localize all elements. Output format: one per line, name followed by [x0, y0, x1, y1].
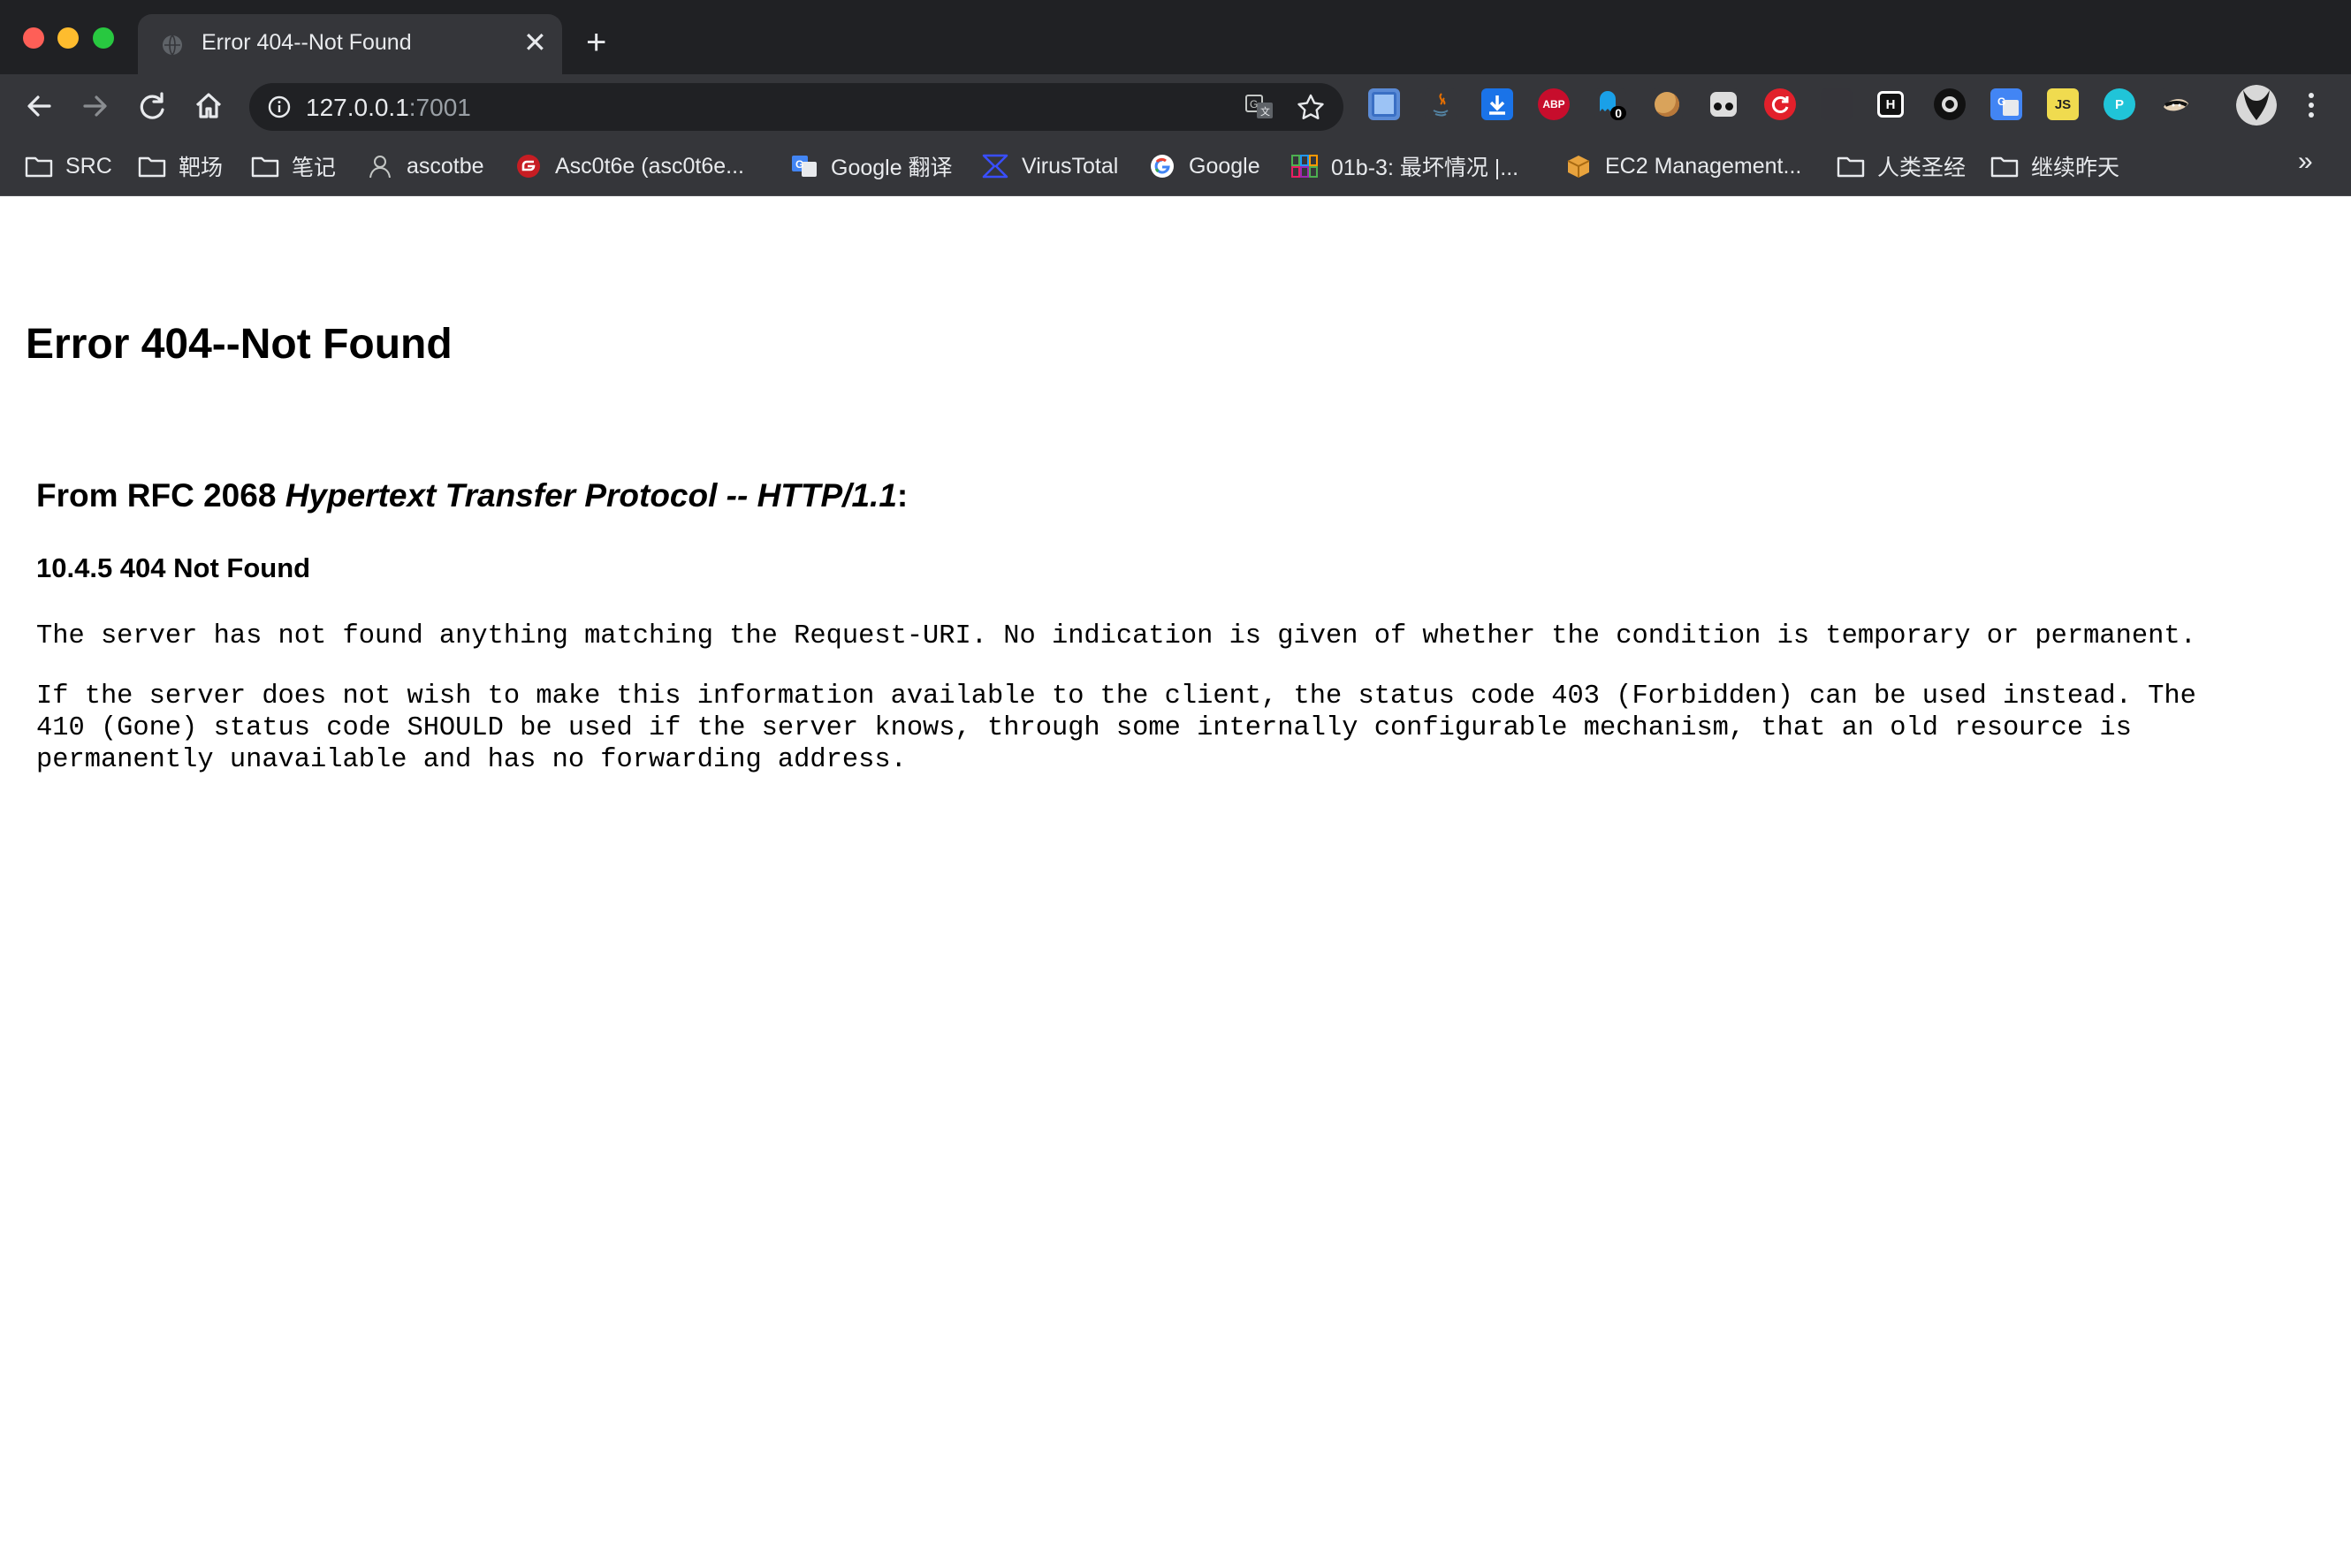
ghostery-extension[interactable]: 0 [1594, 88, 1626, 120]
tampermonkey-extension[interactable] [1708, 88, 1739, 120]
paragraph-2: If the server does not wish to make this… [36, 681, 2196, 775]
forward-icon[interactable] [76, 87, 115, 126]
svg-text:文: 文 [1260, 105, 1270, 118]
tab-active[interactable]: Error 404--Not Found ✕ [138, 14, 562, 74]
translate-icon[interactable]: G 文 [1244, 93, 1274, 121]
bookmarks-bar: SRC 靶场 笔记 ascotbe Asc0t6e (asc0t6e... G Google… [0, 138, 2351, 196]
bookmark-virustotal[interactable]: VirusTotal [981, 148, 1118, 184]
bookmark-yesterday[interactable]: 继续昨天 [1990, 148, 2119, 184]
bookmark-ec2[interactable]: EC2 Management... [1564, 148, 1801, 184]
bookmark-label: 人类圣经 [1877, 156, 1967, 180]
new-tab-button[interactable]: + [586, 25, 606, 60]
ninja-extension[interactable] [2160, 88, 2192, 120]
grid-icon [1290, 154, 1319, 179]
section-heading: 10.4.5 404 Not Found [36, 552, 311, 583]
reload-icon[interactable] [133, 87, 171, 126]
globe-icon [163, 34, 182, 56]
bookmark-range[interactable]: 靶场 [138, 148, 223, 184]
bookmark-label: ascotbe [407, 153, 484, 179]
close-window-button[interactable] [23, 27, 44, 49]
bookmark-label: 继续昨天 [2031, 156, 2120, 180]
gitee-icon [514, 154, 543, 179]
adblock-plus-extension[interactable]: ABP [1538, 88, 1570, 120]
back-icon[interactable] [19, 87, 58, 126]
bookmark-01b-3[interactable]: 01b-3: 最坏情况 |... [1290, 148, 1518, 184]
folder-icon [1837, 154, 1865, 179]
hackbar-extension[interactable]: H [1877, 91, 1904, 118]
page-title: Error 404--Not Found [26, 321, 453, 368]
cookie-extension[interactable] [1651, 88, 1683, 120]
info-icon[interactable] [267, 95, 292, 119]
translate-icon: G [790, 154, 818, 179]
bookmark-label: Google 翻译 [831, 156, 953, 180]
bookmark-label: Google [1189, 153, 1260, 179]
java-extension[interactable] [1425, 88, 1457, 120]
aws-box-icon [1564, 154, 1593, 179]
circle-extension[interactable] [1934, 88, 1966, 120]
rfc-heading: From RFC 2068 Hypertext Transfer Protoco… [36, 477, 908, 514]
bookmark-scriptures[interactable]: 人类圣经 [1837, 148, 1966, 184]
bookmark-src[interactable]: SRC [25, 148, 112, 184]
menu-icon[interactable] [2302, 88, 2320, 122]
bookmark-label: VirusTotal [1022, 153, 1119, 179]
rfc-suffix: : [896, 477, 909, 514]
rfc-title: Hypertext Transfer Protocol -- HTTP/1.1 [285, 477, 897, 514]
url-port: :7001 [408, 94, 471, 121]
bookmark-label: 笔记 [292, 156, 337, 180]
bookmark-label: EC2 Management... [1605, 153, 1802, 179]
page-content: Error 404--Not Found From RFC 2068 Hyper… [0, 196, 2351, 1568]
bookmark-label: 靶场 [179, 156, 224, 180]
download-extension[interactable] [1481, 88, 1513, 120]
bookmark-label: Asc0t6e (asc0t6e... [555, 153, 745, 179]
bookmark-notes[interactable]: 笔记 [251, 148, 336, 184]
bookmark-ascotbe[interactable]: ascotbe [366, 148, 484, 184]
virustotal-icon [981, 154, 1009, 179]
bookmark-star-icon[interactable] [1296, 93, 1326, 121]
bookmarks-overflow-button[interactable]: » [2298, 147, 2313, 177]
paragraph-1: The server has not found anything matchi… [36, 621, 2196, 651]
svg-text:G: G [1250, 98, 1258, 110]
bookmark-label: 01b-3: 最坏情况 |... [1331, 156, 1519, 180]
url-host: 127.0.0.1 [306, 94, 409, 121]
tab-title: Error 404--Not Found [202, 30, 412, 55]
folder-icon [251, 154, 279, 179]
folder-icon [138, 154, 166, 179]
avatar-icon [2236, 85, 2277, 126]
proxy-extension[interactable]: P [2104, 88, 2135, 120]
tab-strip: Error 404--Not Found ✕ + [0, 0, 2351, 74]
svg-text:G: G [795, 158, 803, 171]
google-translate-extension[interactable]: G [1990, 88, 2022, 120]
bookmark-google[interactable]: Google [1148, 148, 1260, 184]
tab-close-icon[interactable]: ✕ [523, 28, 547, 57]
profile-avatar[interactable] [2236, 85, 2277, 126]
js-extension[interactable]: JS [2047, 88, 2079, 120]
google-icon [1148, 154, 1176, 179]
home-icon[interactable] [189, 87, 228, 126]
bookmark-google-translate[interactable]: G Google 翻译 [790, 148, 953, 184]
maximize-window-button[interactable] [93, 27, 114, 49]
page-shot-extension[interactable] [1368, 88, 1400, 120]
minimize-window-button[interactable] [57, 27, 79, 49]
user-icon [366, 154, 394, 179]
svg-text:G: G [1997, 95, 2005, 108]
hidden-extension[interactable] [1821, 88, 1853, 120]
rfc-prefix: From RFC 2068 [36, 477, 285, 514]
url-text[interactable]: 127.0.0.1:7001 [306, 94, 471, 122]
bookmark-label: SRC [65, 153, 112, 179]
folder-icon [25, 154, 53, 179]
bookmark-asc0t6e[interactable]: Asc0t6e (asc0t6e... [514, 148, 744, 184]
browser-chrome: Error 404--Not Found ✕ + 127.0.0.1:7001 [0, 0, 2351, 196]
address-bar[interactable]: 127.0.0.1:7001 G 文 [249, 83, 1343, 131]
refresh-extension[interactable] [1764, 88, 1796, 120]
folder-icon [1990, 154, 2019, 179]
